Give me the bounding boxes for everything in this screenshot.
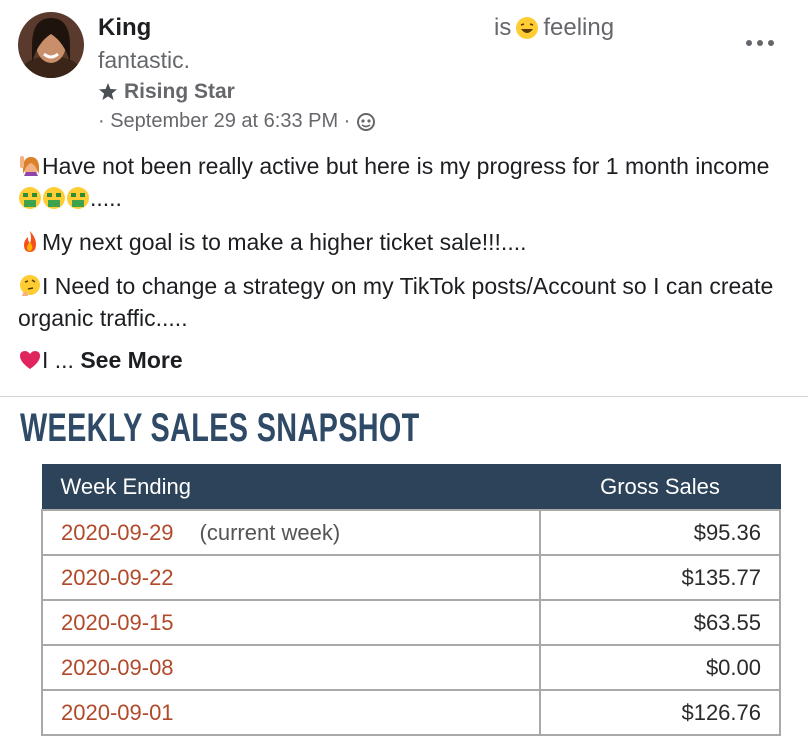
fire-icon — [24, 231, 36, 252]
red-heart-icon — [20, 351, 40, 369]
week-ending-cell: 2020-09-29 (current week) — [41, 509, 541, 556]
paragraph-text: I ... — [42, 347, 74, 373]
more-options-button[interactable] — [746, 40, 774, 46]
column-header-gross-sales: Gross Sales — [539, 464, 781, 511]
week-ending-cell: 2020-09-15 — [41, 599, 541, 646]
week-date: 2020-09-29 — [61, 519, 174, 545]
feeling-value: fantastic. — [98, 47, 191, 73]
gross-sales-cell: $135.77 — [539, 554, 781, 601]
badge-label: Rising Star — [124, 80, 235, 103]
post-paragraph: I Need to change a strategy on my TikTok… — [18, 270, 798, 334]
feeling-label: feeling — [543, 14, 615, 41]
table-row: 2020-09-15 $63.55 — [41, 599, 781, 646]
post-meta: · September 29 at 6:33 PM · — [98, 110, 376, 133]
table-header-row: Week Ending Gross Sales — [41, 464, 781, 511]
table-row: 2020-09-29 (current week) $95.36 — [41, 509, 781, 556]
see-more-link[interactable]: See More — [80, 347, 182, 373]
star-icon — [99, 83, 117, 100]
money-mouth-face-icon — [43, 187, 65, 209]
snapshot-title: WEEKLY SALES SNAPSHOT — [20, 406, 420, 450]
privacy-icon[interactable] — [356, 112, 376, 132]
laughing-face-icon — [516, 17, 539, 39]
paragraph-text: My next goal is to make a higher ticket … — [42, 229, 527, 255]
author-name[interactable]: King — [98, 14, 151, 42]
table-row: 2020-09-01 $126.76 — [41, 689, 781, 736]
current-week-note: (current week) — [199, 519, 341, 545]
post-paragraph: My next goal is to make a higher ticket … — [18, 226, 798, 258]
rising-star-badge[interactable]: Rising Star — [98, 80, 235, 104]
column-header-week-ending: Week Ending — [41, 464, 541, 511]
money-mouth-face-icon — [67, 187, 89, 209]
table-row: 2020-09-08 $0.00 — [41, 644, 781, 691]
post-paragraph: I ... See More — [18, 344, 798, 376]
table-row: 2020-09-22 $135.77 — [41, 554, 781, 601]
money-mouth-face-icon — [19, 187, 41, 209]
gross-sales-cell: $0.00 — [539, 644, 781, 691]
sales-table: Week Ending Gross Sales 2020-09-29 (curre… — [41, 464, 781, 736]
paragraph-text: Have not been really active but here is … — [42, 153, 770, 179]
timestamp[interactable]: · September 29 at 6:33 PM · — [98, 110, 350, 133]
feeling-prefix: is — [494, 14, 512, 41]
avatar[interactable] — [18, 12, 84, 78]
gross-sales-cell: $126.76 — [539, 689, 781, 736]
feeling-status: is feeling — [494, 14, 614, 42]
gross-sales-cell: $95.36 — [539, 509, 781, 556]
divider — [0, 396, 808, 397]
thinking-face-icon — [20, 275, 40, 296]
paragraph-suffix: ..... — [90, 185, 122, 211]
dot-icon — [768, 40, 774, 46]
woman-raising-hand-icon — [20, 156, 39, 176]
dot-icon — [746, 40, 752, 46]
paragraph-text: I Need to change a strategy on my TikTok… — [18, 273, 774, 331]
dot-icon — [757, 40, 763, 46]
week-ending-cell: 2020-09-01 — [41, 689, 541, 736]
week-ending-cell: 2020-09-22 — [41, 554, 541, 601]
post-paragraph: Have not been really active but here is … — [18, 150, 798, 214]
gross-sales-cell: $63.55 — [539, 599, 781, 646]
week-ending-cell: 2020-09-08 — [41, 644, 541, 691]
